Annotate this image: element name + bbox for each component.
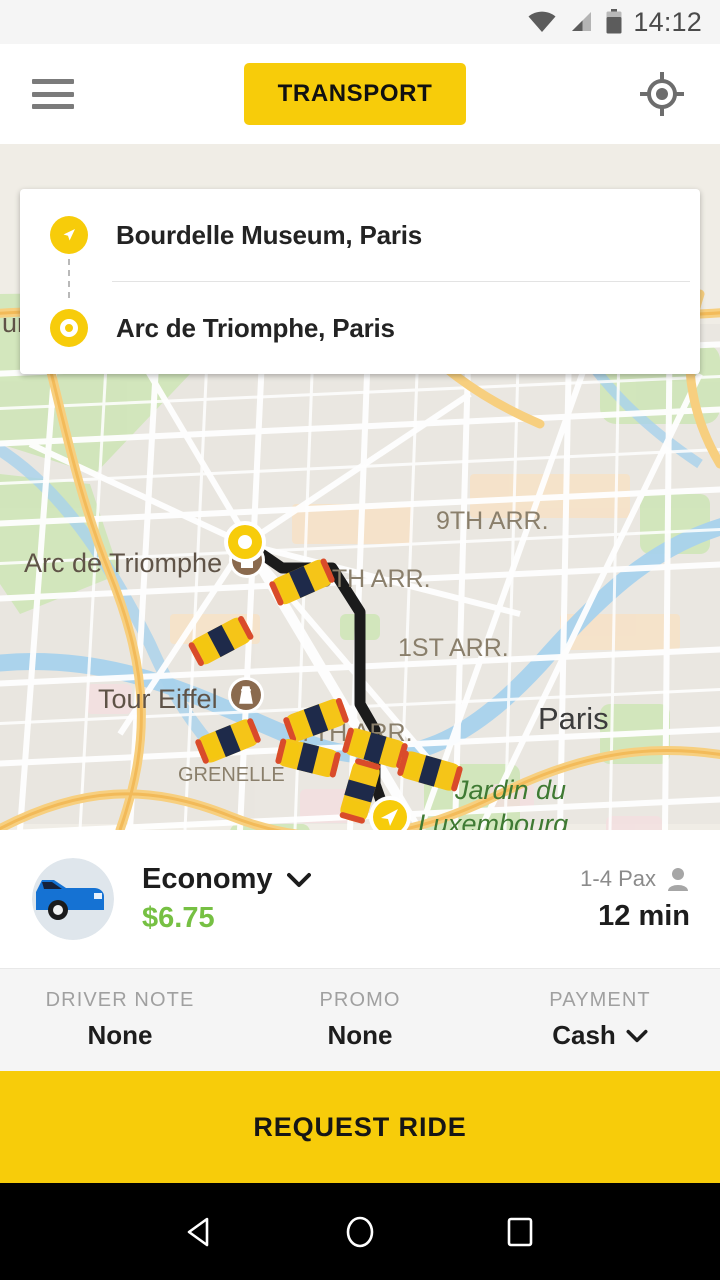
status-bar: 14:12 bbox=[0, 0, 720, 44]
poi-arc-de-triomphe bbox=[229, 542, 265, 578]
app-bar: TRANSPORT bbox=[0, 44, 720, 144]
hamburger-menu-icon[interactable] bbox=[32, 79, 74, 109]
poi-tour-eiffel bbox=[228, 677, 264, 713]
option-label: PROMO bbox=[319, 989, 401, 1011]
route-dash-connector bbox=[68, 259, 70, 303]
option-value: None bbox=[240, 1020, 480, 1051]
home-circle-icon[interactable] bbox=[332, 1204, 388, 1260]
back-triangle-icon[interactable] bbox=[172, 1204, 228, 1260]
dropoff-address-text: Arc de Triomphe, Paris bbox=[116, 312, 395, 343]
map-view[interactable]: urbevoieD911SEINE-SAINT-DENISPARISArc de… bbox=[0, 144, 720, 830]
recents-square-icon[interactable] bbox=[492, 1204, 548, 1260]
ride-meta: 1-4 Pax 12 min bbox=[580, 866, 690, 933]
request-ride-label: REQUEST RIDE bbox=[253, 1111, 467, 1142]
request-ride-button[interactable]: REQUEST RIDE bbox=[0, 1071, 720, 1183]
android-nav-bar bbox=[0, 1183, 720, 1280]
option-value: Cash bbox=[480, 1020, 720, 1051]
ride-price: $6.75 bbox=[142, 902, 215, 934]
option-value: None bbox=[0, 1020, 240, 1051]
transport-tab-button[interactable]: TRANSPORT bbox=[243, 63, 467, 125]
ride-class-name: Economy bbox=[142, 863, 273, 895]
status-icon-group bbox=[527, 9, 623, 35]
ride-details: Economy $6.75 bbox=[142, 863, 580, 935]
pickup-address-row[interactable]: Bourdelle Museum, Paris bbox=[20, 189, 700, 281]
pickup-address-text: Bourdelle Museum, Paris bbox=[116, 219, 423, 250]
dropoff-address-row[interactable]: Arc de Triomphe, Paris bbox=[20, 282, 700, 374]
capacity-text: 1-4 Pax bbox=[580, 865, 656, 891]
option-value-text: None bbox=[327, 1020, 393, 1050]
address-card: Bourdelle Museum, Paris Arc de Triomphe,… bbox=[20, 189, 700, 374]
ride-class-selector[interactable]: Economy bbox=[142, 863, 580, 896]
cellular-signal-icon bbox=[572, 12, 592, 31]
option-promo[interactable]: PROMO None bbox=[240, 989, 480, 1051]
app-screen: 14:12 TRANSPORT Arc de Triomphe 9TH ARR.… bbox=[0, 0, 720, 1280]
car-illustration bbox=[32, 858, 114, 940]
ride-option-row[interactable]: Economy $6.75 1-4 Pax 12 min bbox=[0, 830, 720, 968]
chevron-down-icon[interactable] bbox=[286, 872, 311, 888]
navigation-arrow-icon bbox=[50, 216, 88, 254]
person-icon bbox=[668, 867, 688, 891]
my-location-icon[interactable] bbox=[636, 68, 688, 120]
hamburger-bar bbox=[32, 91, 74, 97]
eta-text: 12 min bbox=[598, 899, 690, 932]
option-value-text: None bbox=[87, 1020, 153, 1050]
option-value-text: Cash bbox=[552, 1020, 616, 1050]
hamburger-bar bbox=[32, 79, 74, 84]
chevron-down-icon[interactable] bbox=[626, 1029, 648, 1043]
status-bar-time: 14:12 bbox=[633, 6, 702, 37]
destination-ring-icon bbox=[50, 309, 88, 347]
option-driver-note[interactable]: DRIVER NOTE None bbox=[0, 989, 240, 1051]
wifi-icon bbox=[528, 11, 556, 32]
option-label: DRIVER NOTE bbox=[45, 989, 195, 1011]
hamburger-bar bbox=[32, 104, 74, 109]
battery-icon bbox=[606, 9, 622, 34]
options-row: DRIVER NOTE None PROMO None PAYMENT Cash bbox=[0, 968, 720, 1071]
option-label: PAYMENT bbox=[549, 989, 651, 1011]
option-payment[interactable]: PAYMENT Cash bbox=[480, 989, 720, 1051]
capacity-row: 1-4 Pax bbox=[580, 866, 690, 892]
